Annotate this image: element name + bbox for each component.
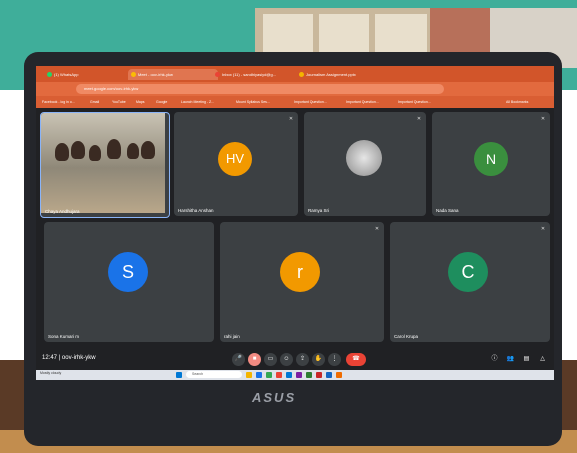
bookmarks-bar: Facebook - log in o... Gmail YouTube Map…	[36, 96, 554, 108]
avatar	[346, 140, 382, 176]
app-icon[interactable]	[306, 372, 312, 378]
weather-widget[interactable]: Mostly cloudy	[40, 371, 61, 375]
gmail-icon	[215, 72, 220, 77]
leave-call-button[interactable]: ☎	[346, 353, 366, 366]
participant-tile[interactable]: ✕ N Nada Sana	[432, 112, 550, 216]
whatsapp-icon	[47, 72, 52, 77]
captions-button[interactable]: ▭	[264, 353, 277, 366]
bookmark-item[interactable]: Mount Syllabus Ses...	[236, 98, 270, 106]
participant-name: Sona Kumari m	[48, 334, 80, 339]
more-options-button[interactable]: ⋮	[328, 353, 341, 366]
bookmark-item[interactable]: Important Question...	[346, 98, 379, 106]
meet-grid: Chaya Andhujara ✕ HV Harshitha Anshan ✕ …	[36, 108, 554, 350]
laptop-screen: (1) WhatsApp Meet - oov-irhk-ykw Inbox (…	[36, 66, 554, 380]
participant-name: rahi jain	[224, 334, 240, 339]
tab-inbox[interactable]: Inbox (11) - sandhiyasiyd@g...	[212, 69, 302, 80]
participant-name: Carol Krupa	[394, 334, 419, 339]
chat-icon[interactable]: ▤	[520, 353, 533, 366]
bookmark-item[interactable]: All Bookmarks	[506, 98, 528, 106]
mic-off-icon: ✕	[374, 226, 380, 232]
mic-button[interactable]: 🎤	[232, 353, 245, 366]
bookmark-item[interactable]: Gmail	[90, 98, 99, 106]
avatar: C	[448, 252, 488, 292]
file-explorer-icon[interactable]	[246, 372, 252, 378]
store-icon[interactable]	[286, 372, 292, 378]
app-icon[interactable]	[316, 372, 322, 378]
meet-toolbar: 12:47 | oov-irhk-ykw 🎤 ■ ▭ ☺ ⇪ ✋ ⋮ ☎ ⓘ 👥…	[36, 350, 554, 370]
avatar: HV	[218, 142, 252, 176]
participant-tile[interactable]: ✕ C Carol Krupa	[390, 222, 550, 342]
url-field[interactable]: meet.google.com/oov-irhk-ykw	[76, 84, 444, 94]
bookmark-item[interactable]: Launch Meeting - Z...	[181, 98, 214, 106]
asus-logo: ASUS	[252, 390, 297, 405]
raise-hand-button[interactable]: ✋	[312, 353, 325, 366]
emoji-button[interactable]: ☺	[280, 353, 293, 366]
bookmark-item[interactable]: Important Question...	[398, 98, 431, 106]
bookmark-item[interactable]: YouTube	[112, 98, 126, 106]
app-icon[interactable]	[276, 372, 282, 378]
participant-tile[interactable]: Chaya Andhujara	[40, 112, 170, 218]
tab-journalism[interactable]: Journalism Assignment.pptx	[296, 69, 386, 80]
mic-off-icon: ✕	[416, 116, 422, 122]
bookmark-item[interactable]: Google	[156, 98, 167, 106]
chrome-icon[interactable]	[266, 372, 272, 378]
participant-tile[interactable]: ✕ HV Harshitha Anshan	[174, 112, 298, 216]
avatar: N	[474, 142, 508, 176]
meet-icon	[131, 72, 136, 77]
participant-name: Nada Sana	[436, 208, 459, 213]
bookmark-item[interactable]: Important Question...	[294, 98, 327, 106]
taskbar-search[interactable]: Search	[186, 371, 242, 378]
participant-name: Ramya Sri	[308, 208, 330, 213]
start-icon[interactable]	[176, 372, 182, 378]
bookmark-item[interactable]: Maps	[136, 98, 145, 106]
browser-tab-strip: (1) WhatsApp Meet - oov-irhk-ykw Inbox (…	[36, 66, 554, 82]
mic-off-icon: ✕	[540, 116, 546, 122]
participant-video	[41, 113, 165, 213]
meeting-time: 12:47 | oov-irhk-ykw	[42, 355, 96, 361]
avatar: S	[108, 252, 148, 292]
edge-icon[interactable]	[256, 372, 262, 378]
mic-off-icon: ✕	[288, 116, 294, 122]
tab-whatsapp[interactable]: (1) WhatsApp	[44, 69, 134, 80]
camera-button[interactable]: ■	[248, 353, 261, 366]
people-icon[interactable]: 👥	[504, 353, 517, 366]
activities-icon[interactable]: △	[536, 353, 549, 366]
address-bar: meet.google.com/oov-irhk-ykw	[36, 82, 554, 96]
participant-tile[interactable]: ✕ r rahi jain	[220, 222, 384, 342]
app-icon[interactable]	[336, 372, 342, 378]
slides-icon	[299, 72, 304, 77]
info-icon[interactable]: ⓘ	[488, 353, 501, 366]
taskbar: Mostly cloudy Search	[36, 370, 554, 380]
avatar: r	[280, 252, 320, 292]
present-button[interactable]: ⇪	[296, 353, 309, 366]
participant-tile[interactable]: ✕ Ramya Sri	[304, 112, 426, 216]
mic-off-icon: ✕	[540, 226, 546, 232]
photo: (1) WhatsApp Meet - oov-irhk-ykw Inbox (…	[0, 0, 577, 453]
app-icon[interactable]	[326, 372, 332, 378]
participant-name: Harshitha Anshan	[178, 208, 214, 213]
participant-name: Chaya Andhujara	[45, 209, 80, 214]
participant-tile[interactable]: S Sona Kumari m	[44, 222, 214, 342]
bookmark-item[interactable]: Facebook - log in o...	[42, 98, 75, 106]
tab-meet[interactable]: Meet - oov-irhk-ykw	[128, 69, 218, 80]
brick-wall	[430, 8, 490, 58]
app-icon[interactable]	[296, 372, 302, 378]
